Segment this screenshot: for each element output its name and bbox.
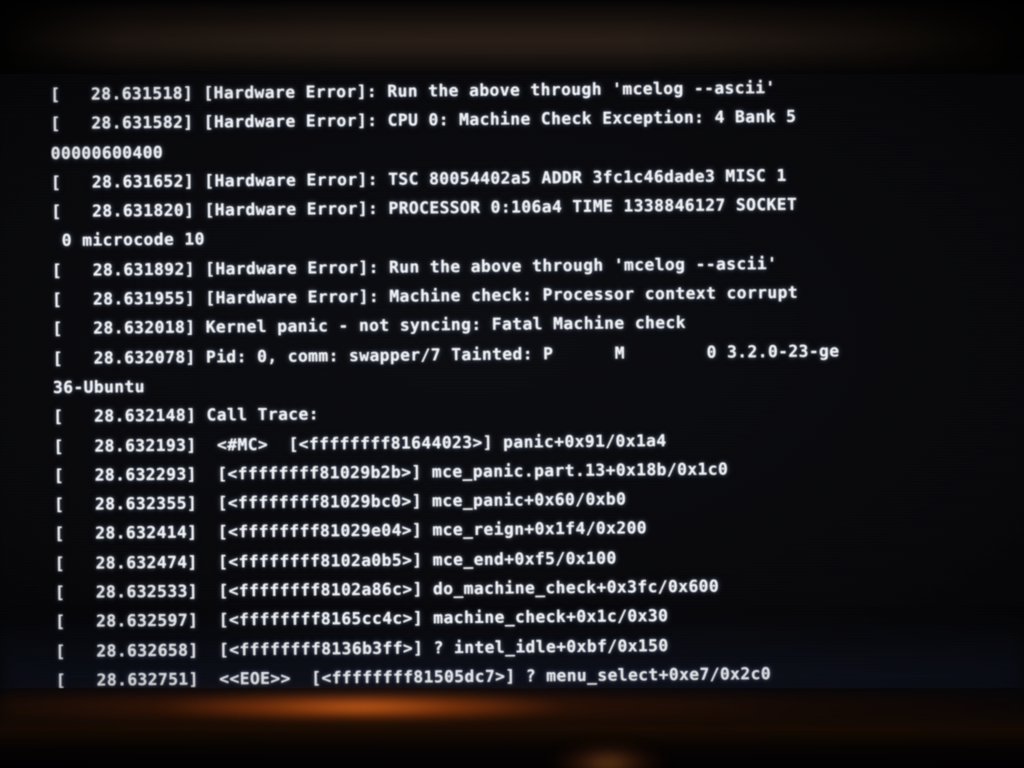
- warm-light-blob: [548, 744, 668, 768]
- kernel-panic-console-output: [ 28.631518] [Hardware Error]: Run the a…: [50, 70, 1024, 768]
- desk-reflection-glow: [150, 694, 570, 720]
- monitor-top-bezel: [0, 0, 1024, 74]
- screenshot-root: [ 28.631518] [Hardware Error]: Run the a…: [0, 0, 1024, 768]
